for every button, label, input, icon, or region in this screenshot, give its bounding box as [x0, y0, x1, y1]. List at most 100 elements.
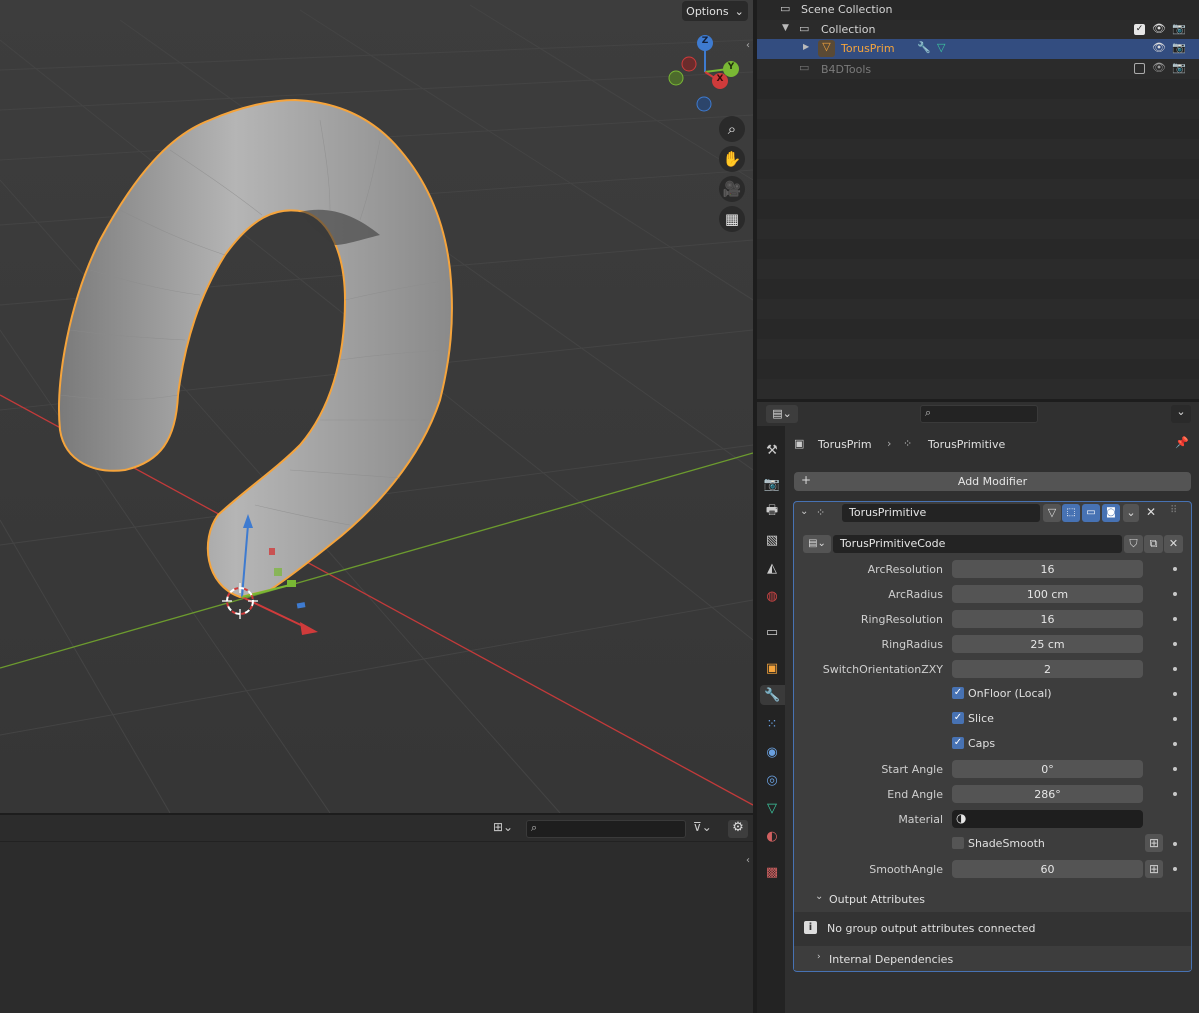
outliner-row-torusprim[interactable]: ▶ ▽ TorusPrim 🔧 ▽ 👁 📷 [757, 39, 1199, 59]
outliner-row-b4dtools[interactable]: ▭ B4DTools 👁 📷 [757, 59, 1199, 79]
modifier-tab-icon[interactable]: 🔧 [760, 685, 785, 705]
arc-radius-field[interactable]: 100 cm [952, 585, 1143, 603]
editor-type-dropdown[interactable]: ▤⌄ [766, 405, 798, 423]
arc-resolution-field[interactable]: 16 [952, 560, 1143, 578]
constraints-tab-icon[interactable]: ◎ [762, 770, 782, 790]
ring-radius-field[interactable]: 25 cm [952, 635, 1143, 653]
display-mode-icon[interactable]: ⊞⌄ [493, 820, 519, 836]
eye-icon[interactable]: 👁 [1152, 22, 1166, 35]
gizmo-z-label[interactable]: Z [699, 36, 711, 50]
fake-user-shield-icon[interactable]: ⛉ [1124, 535, 1143, 553]
data-tab-icon[interactable]: ▽ [762, 798, 782, 818]
particles-tab-icon[interactable]: ⁙ [762, 714, 782, 734]
viewport-scene[interactable] [0, 0, 753, 813]
properties-editor[interactable]: ▤⌄ ⌕ ⌄ ⚒ 📷 🖶 ▧ ◭ ◍ ▭ ▣ 🔧 ⁙ ◉ ◎ ▽ ◐ ▩ ▣ T… [757, 402, 1199, 1013]
outliner-row-scene-collection[interactable]: ▭ Scene Collection [757, 0, 1199, 20]
keyframe-dot[interactable] [1173, 642, 1177, 646]
smooth-angle-field[interactable]: 60 [952, 860, 1143, 878]
camera-render-icon[interactable]: 📷 [1172, 22, 1186, 35]
camera-render-icon[interactable]: 📷 [1172, 41, 1186, 54]
gizmo-y-label[interactable]: Y [725, 62, 737, 76]
keyframe-dot[interactable] [1173, 842, 1177, 846]
keyframe-dot[interactable] [1173, 767, 1177, 771]
drag-handle-icon[interactable]: ⠿ [1170, 505, 1177, 516]
hand-pan-icon[interactable]: ✋ [719, 146, 745, 172]
options-dropdown[interactable]: Options ⌄ [682, 1, 748, 21]
add-modifier-button[interactable]: + Add Modifier [794, 472, 1191, 491]
mesh-data-icon[interactable]: ▽ [937, 41, 945, 54]
keyframe-dot[interactable] [1173, 592, 1177, 596]
grid-perspective-icon[interactable]: ▦ [719, 206, 745, 232]
keyframe-dot[interactable] [1173, 692, 1177, 696]
gear-icon[interactable]: ⚙ [728, 820, 748, 838]
collection-tab-icon[interactable]: ▭ [762, 622, 782, 642]
edit-mode-toggle-icon[interactable]: ▽ [1043, 504, 1061, 522]
start-angle-field[interactable]: 0° [952, 760, 1143, 778]
output-attributes-header[interactable]: ⌄ Output Attributes [794, 888, 1191, 910]
sidebar-toggle-icon[interactable]: ‹ [746, 855, 750, 866]
search-input[interactable]: ⌕ [920, 405, 1038, 423]
outliner[interactable]: ▭ Scene Collection ▼ ▭ Collection ✓ 👁 📷 … [757, 0, 1199, 399]
keyframe-dot[interactable] [1173, 667, 1177, 671]
outliner-row-collection[interactable]: ▼ ▭ Collection ✓ 👁 📷 [757, 20, 1199, 40]
material-tab-icon[interactable]: ◐ [762, 826, 782, 846]
disclosure-closed-icon[interactable]: ▶ [803, 42, 809, 51]
object-tab-icon[interactable]: ▣ [762, 658, 782, 678]
internal-dependencies-header[interactable]: › Internal Dependencies [794, 948, 1191, 970]
chevron-down-icon[interactable]: ⌄ [1171, 405, 1191, 423]
switch-orientation-field[interactable]: 2 [952, 660, 1143, 678]
search-input[interactable]: ⌕ [526, 820, 686, 838]
modifier-name-field[interactable]: TorusPrimitive [842, 504, 1040, 522]
pin-icon[interactable]: 📌 [1175, 436, 1189, 449]
onfloor-checkbox[interactable]: ✓ [952, 687, 964, 699]
collapse-chevron-icon[interactable]: ⌄ [800, 506, 808, 517]
disclosure-open-icon[interactable]: ▼ [782, 23, 789, 33]
node-group-field[interactable]: TorusPrimitiveCode [833, 535, 1122, 553]
scene-tab-icon[interactable]: ◭ [762, 558, 782, 578]
view-layer-tab-icon[interactable]: ▧ [762, 530, 782, 550]
ring-resolution-field[interactable]: 16 [952, 610, 1143, 628]
eye-icon[interactable]: 👁 [1152, 61, 1166, 74]
output-tab-icon[interactable]: 🖶 [762, 502, 782, 522]
duplicate-icon[interactable]: ⧉ [1144, 535, 1163, 553]
bottom-editor[interactable]: ⊞⌄ ⌕ ⊽⌄ ⚙ ‹ [0, 815, 753, 1013]
unlink-close-icon[interactable]: ✕ [1164, 535, 1183, 553]
keyframe-dot[interactable] [1173, 792, 1177, 796]
close-icon[interactable]: ✕ [1146, 505, 1156, 519]
node-group-browse-icon[interactable]: ▤⌄ [803, 535, 831, 553]
add-modifier-label: Add Modifier [957, 475, 1028, 488]
sidebar-toggle-icon[interactable]: ‹ [746, 40, 750, 51]
shade-smooth-checkbox[interactable] [952, 837, 964, 849]
world-tab-icon[interactable]: ◍ [762, 586, 782, 606]
render-tab-icon[interactable]: 📷 [762, 474, 782, 494]
viewport-display-toggle-icon[interactable]: ▭ [1082, 504, 1100, 522]
exclude-checkbox[interactable]: ✓ [1134, 24, 1145, 35]
attribute-toggle-icon[interactable]: ⊞ [1145, 860, 1163, 878]
exclude-checkbox[interactable] [1134, 63, 1145, 74]
on-cage-toggle-icon[interactable]: ⬚ [1062, 504, 1080, 522]
camera-render-icon[interactable]: 📷 [1172, 61, 1186, 74]
keyframe-dot[interactable] [1173, 617, 1177, 621]
material-field[interactable]: ◑ [952, 810, 1143, 828]
eye-icon[interactable]: 👁 [1152, 41, 1166, 54]
tool-tab-icon[interactable]: ⚒ [762, 440, 782, 460]
texture-tab-icon[interactable]: ▩ [762, 862, 782, 882]
modifier-menu-chevron-icon[interactable]: ⌄ [1123, 504, 1139, 522]
zoom-icon[interactable]: ⌕ [719, 116, 745, 142]
3d-viewport[interactable]: Z Y X Options ⌄ ‹ ⌕ ✋ 🎥 ▦ [0, 0, 753, 813]
keyframe-dot[interactable] [1173, 742, 1177, 746]
wrench-modifier-icon[interactable]: 🔧 [917, 41, 931, 54]
physics-tab-icon[interactable]: ◉ [762, 742, 782, 762]
keyframe-dot[interactable] [1173, 867, 1177, 871]
caps-checkbox[interactable]: ✓ [952, 737, 964, 749]
render-toggle-icon[interactable]: ◙ [1102, 504, 1120, 522]
filter-icon[interactable]: ⊽⌄ [693, 820, 723, 838]
camera-icon[interactable]: 🎥 [719, 176, 745, 202]
gizmo-x-label[interactable]: X [714, 74, 726, 88]
end-angle-field[interactable]: 286° [952, 785, 1143, 803]
keyframe-dot[interactable] [1173, 567, 1177, 571]
modifier-panel[interactable]: ⌄ ⁘ TorusPrimitive ▽ ⬚ ▭ ◙ ⌄ ✕ ⠿ ▤⌄ Toru… [793, 501, 1192, 972]
keyframe-dot[interactable] [1173, 717, 1177, 721]
attribute-toggle-icon[interactable]: ⊞ [1145, 834, 1163, 852]
slice-checkbox[interactable]: ✓ [952, 712, 964, 724]
